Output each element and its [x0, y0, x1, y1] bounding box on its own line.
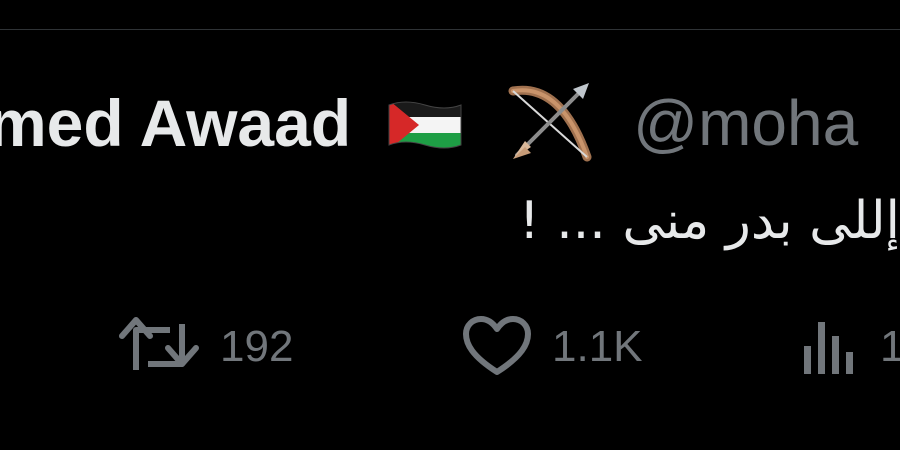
display-name[interactable]: med Awaad: [0, 90, 351, 156]
tweet-actions: 192 1.1K 1: [0, 312, 900, 382]
views-bar-chart-icon: [800, 316, 860, 378]
tweet-header: med Awaad @moha: [0, 78, 858, 168]
retweet-icon: [118, 316, 200, 378]
bow-and-arrow-icon: [503, 77, 595, 169]
like-count: 1.1K: [552, 322, 643, 371]
retweet-button[interactable]: 192: [118, 312, 293, 382]
palestine-flag-icon: [385, 97, 465, 153]
user-handle[interactable]: @moha: [633, 91, 858, 155]
retweet-count: 192: [220, 322, 294, 371]
heart-icon: [462, 316, 532, 378]
like-button[interactable]: 1.1K: [462, 312, 643, 382]
views-button[interactable]: 1: [800, 312, 900, 382]
top-divider: [0, 29, 900, 30]
views-count: 1: [880, 322, 900, 371]
tweet-text: إللى بدر منى ... !: [518, 191, 900, 251]
